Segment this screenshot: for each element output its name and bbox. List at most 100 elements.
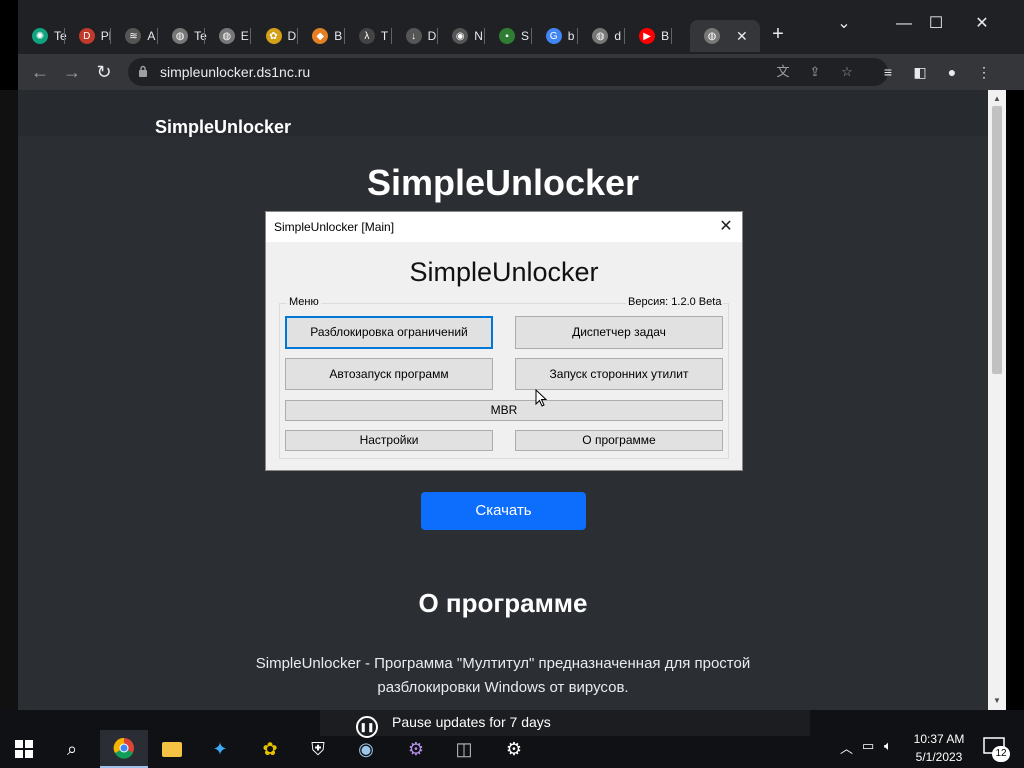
- dialog-titlebar: SimpleUnlocker [Main] ✕: [266, 212, 742, 242]
- tab-3[interactable]: ◍ Te: [158, 20, 207, 52]
- translate-icon[interactable]: 文: [774, 63, 792, 81]
- mbr-button: MBR: [285, 400, 723, 421]
- chrome-taskbar-icon[interactable]: [100, 730, 148, 768]
- tab-0[interactable]: ✺ Te: [18, 20, 67, 52]
- update-toast[interactable]: ❚❚ Pause updates for 7 days: [320, 710, 810, 738]
- dialog-menu-label: Меню: [287, 296, 321, 308]
- tab-label: B: [334, 29, 343, 43]
- chevron-up-icon[interactable]: ︿: [840, 738, 853, 757]
- tab-label: D: [427, 29, 437, 43]
- tab-5[interactable]: ✿ D: [252, 20, 299, 52]
- mouse-cursor-icon: [535, 389, 547, 407]
- close-tab-icon[interactable]: ✕: [736, 28, 748, 45]
- lambda-icon: λ: [358, 28, 375, 44]
- about-program-button: О программе: [515, 430, 723, 451]
- windows-taskbar: ❚❚ Pause updates for 7 days ⌕ ✦ ✿ ⛨ ◉ ⚙ …: [0, 710, 1024, 768]
- tab-label: T: [380, 29, 389, 43]
- tab-1[interactable]: D Pl: [65, 20, 112, 52]
- scroll-up-icon[interactable]: ▲: [992, 94, 1002, 104]
- browser-tab-strip: ✺ Te D Pl ≋ A ◍ Te ◍ E ✿ D ◆ Bλ T ↓ D ◉ N ▪ S Gb ◍ d ▶ B ◍ ✕ + ⌄ …: [18, 0, 1024, 54]
- globe-icon: ◍: [704, 28, 720, 44]
- dialog-app-title: SimpleUnlocker: [409, 257, 599, 287]
- globe-icon: ◍: [172, 28, 189, 44]
- url-text: simpleunlocker.ds1nc.ru: [160, 64, 311, 80]
- tab-12[interactable]: ◍ d: [578, 20, 626, 52]
- scroll-thumb[interactable]: [992, 106, 1002, 374]
- tab-label: A: [147, 29, 156, 43]
- file-explorer-icon[interactable]: [152, 730, 192, 768]
- tab-10[interactable]: ▪ S: [485, 20, 532, 52]
- clock-date[interactable]: 5/1/2023: [912, 750, 966, 764]
- tab-label: d: [614, 29, 622, 43]
- dialog-version: Версия: 1.2.0 Beta: [626, 296, 724, 308]
- terminal-icon: ▪: [499, 28, 515, 44]
- about-paragraph: SimpleUnlocker - Программа "Мултитул" пр…: [255, 655, 751, 696]
- search-icon[interactable]: ⌕: [52, 730, 92, 768]
- background-window-edge: [0, 90, 18, 710]
- bee-icon: ✿: [265, 28, 282, 44]
- toast-text: Pause updates for 7 days: [392, 714, 551, 730]
- security-shield-icon[interactable]: ⛨: [298, 730, 338, 768]
- tab-label: N: [474, 29, 483, 43]
- tab-11[interactable]: Gb: [532, 20, 579, 52]
- volume-icon[interactable]: 🔈︎: [884, 738, 892, 754]
- app-icon-purple[interactable]: ⚙: [396, 730, 436, 768]
- side-panel-icon[interactable]: ◧: [910, 62, 930, 82]
- lock-icon: [139, 65, 147, 77]
- share-icon[interactable]: ⇪: [806, 63, 824, 81]
- app-icon-blue[interactable]: ✦: [200, 730, 240, 768]
- start-windows-icon[interactable]: [4, 730, 44, 768]
- page-scrollbar[interactable]: ▲ ▼: [988, 90, 1006, 710]
- network-icon[interactable]: ▭: [862, 738, 874, 754]
- stack-icon: ≋: [125, 28, 142, 44]
- minimize-icon[interactable]: —: [890, 12, 918, 36]
- site-logo-text[interactable]: SimpleUnlocker: [155, 117, 291, 138]
- address-bar[interactable]: simpleunlocker.ds1nc.ru 文 ⇪ ☆: [128, 58, 888, 86]
- third-party-utils-button: Запуск сторонних утилит: [515, 358, 723, 390]
- tab-13[interactable]: ▶ B: [625, 20, 672, 52]
- hero-title: SimpleUnlocker: [366, 162, 640, 203]
- tab-2[interactable]: ≋ A: [111, 20, 159, 52]
- dts-icon: D: [78, 28, 95, 44]
- app-screenshot-dialog: SimpleUnlocker [Main] ✕ SimpleUnlocker М…: [265, 211, 743, 471]
- tab-search-icon[interactable]: ⌄: [830, 12, 858, 36]
- notification-count-badge: 12: [992, 746, 1010, 762]
- unlock-restrictions-button: Разблокировка ограничений: [285, 316, 493, 349]
- new-tab-button[interactable]: +: [768, 24, 788, 44]
- openai-icon: ✺: [32, 28, 48, 44]
- dialog-title: SimpleUnlocker [Main]: [274, 220, 395, 234]
- steam-icon[interactable]: ◉: [346, 730, 386, 768]
- profile-icon[interactable]: ●: [942, 62, 962, 82]
- tab-4[interactable]: ◍ E: [205, 20, 252, 52]
- diamond-icon: ◆: [312, 28, 329, 44]
- bookmark-star-icon[interactable]: ☆: [838, 63, 856, 81]
- tab-7[interactable]: λT: [345, 20, 392, 52]
- window-close-icon[interactable]: ✕: [968, 12, 996, 36]
- maximize-icon[interactable]: ☐: [922, 12, 950, 36]
- settings-gear-icon[interactable]: ⚙: [494, 730, 534, 768]
- chrome-icon: ◉: [452, 28, 469, 44]
- menu-kebab-icon[interactable]: ⋮: [974, 62, 994, 82]
- tab-8[interactable]: ↓ D: [392, 20, 439, 52]
- clock-time[interactable]: 10:37 AM: [912, 732, 966, 746]
- tab-label: E: [240, 29, 249, 43]
- tab-9[interactable]: ◉ N: [438, 20, 485, 52]
- tab-active[interactable]: ◍ ✕: [690, 20, 760, 52]
- forward-icon[interactable]: →: [60, 60, 84, 84]
- app-icon-box[interactable]: ◫: [444, 730, 484, 768]
- dialog-close-icon: ✕: [719, 218, 733, 235]
- download-button[interactable]: Скачать: [421, 492, 586, 530]
- google-icon: G: [545, 28, 562, 44]
- app-icon-bee[interactable]: ✿: [250, 730, 290, 768]
- back-icon[interactable]: ←: [28, 60, 52, 84]
- tab-6[interactable]: ◆ B: [298, 20, 345, 52]
- tab-label: D: [287, 29, 297, 43]
- globe-icon: ◍: [592, 28, 609, 44]
- autorun-button: Автозапуск программ: [285, 358, 493, 390]
- globe-icon: ◍: [218, 28, 235, 44]
- scroll-down-icon[interactable]: ▼: [992, 696, 1002, 706]
- media-control-icon[interactable]: ≡: [878, 62, 898, 82]
- browser-toolbar: ← → ↻ simpleunlocker.ds1nc.ru 文 ⇪ ☆ ≡ ◧ …: [18, 54, 1024, 90]
- tab-label: B: [661, 29, 670, 43]
- reload-icon[interactable]: ↻: [92, 60, 116, 84]
